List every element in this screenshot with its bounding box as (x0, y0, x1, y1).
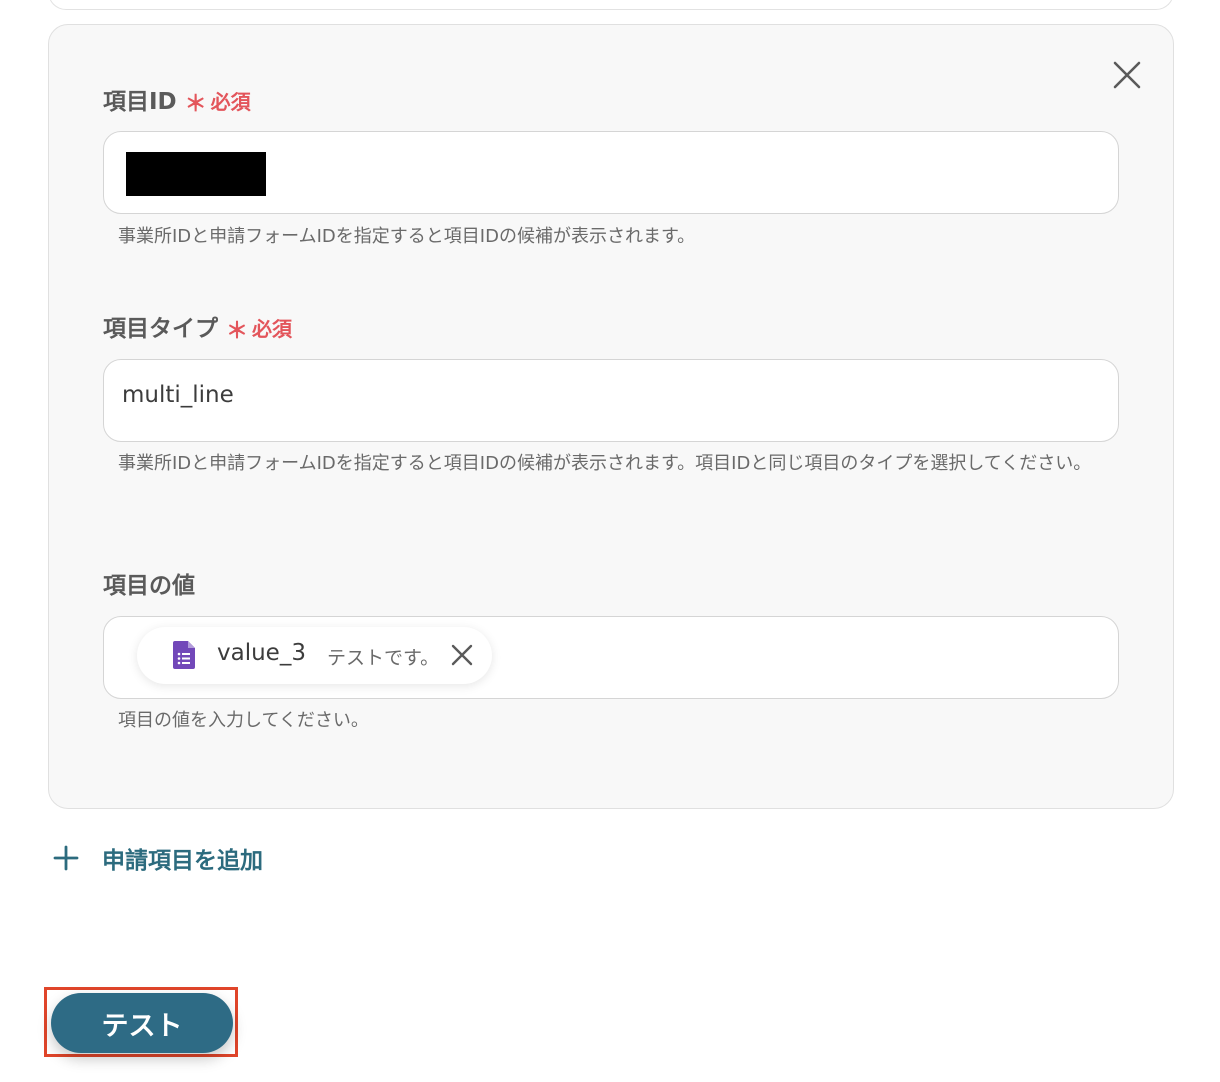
item-value-label: 項目の値 (103, 566, 195, 600)
item-value-label-text: 項目の値 (103, 573, 195, 599)
required-text: 必須 (210, 90, 251, 114)
item-value-help: 項目の値を入力してください。 (118, 710, 369, 731)
add-application-item-button[interactable]: 申請項目を追加 (52, 838, 263, 878)
item-type-help: 事業所IDと申請フォームIDを指定すると項目IDの候補が表示されます。項目IDと… (118, 453, 1092, 474)
plus-icon (53, 845, 79, 871)
previous-card-edge (48, 0, 1174, 10)
item-type-label-text: 項目タイプ (103, 316, 218, 342)
chip-variable-value: テストです。 (327, 647, 440, 669)
redacted-value (126, 152, 266, 196)
remove-item-button[interactable] (1108, 56, 1146, 94)
item-id-input[interactable] (103, 131, 1119, 214)
required-asterisk: ＊ (184, 92, 207, 117)
item-id-label: 項目ID ＊ 必須 (103, 82, 251, 117)
item-type-value: multi_line (122, 382, 234, 408)
test-button-label: テスト (101, 1010, 183, 1042)
close-icon (1113, 61, 1141, 89)
required-text: 必須 (252, 317, 293, 341)
add-application-item-label: 申請項目を追加 (102, 848, 263, 874)
required-asterisk: ＊ (226, 319, 249, 344)
chip-variable-name: value_3 (217, 640, 306, 666)
chip-remove-icon[interactable] (449, 642, 475, 668)
item-type-label: 項目タイプ ＊ 必須 (103, 309, 293, 344)
variable-chip[interactable]: value_3 テストです。 (137, 627, 492, 684)
item-id-help: 事業所IDと申請フォームIDを指定すると項目IDの候補が表示されます。 (118, 226, 696, 247)
test-button[interactable]: テスト (51, 993, 233, 1053)
google-forms-icon (173, 641, 195, 669)
item-id-label-text: 項目ID (103, 89, 177, 115)
item-type-input[interactable]: multi_line (103, 359, 1119, 442)
